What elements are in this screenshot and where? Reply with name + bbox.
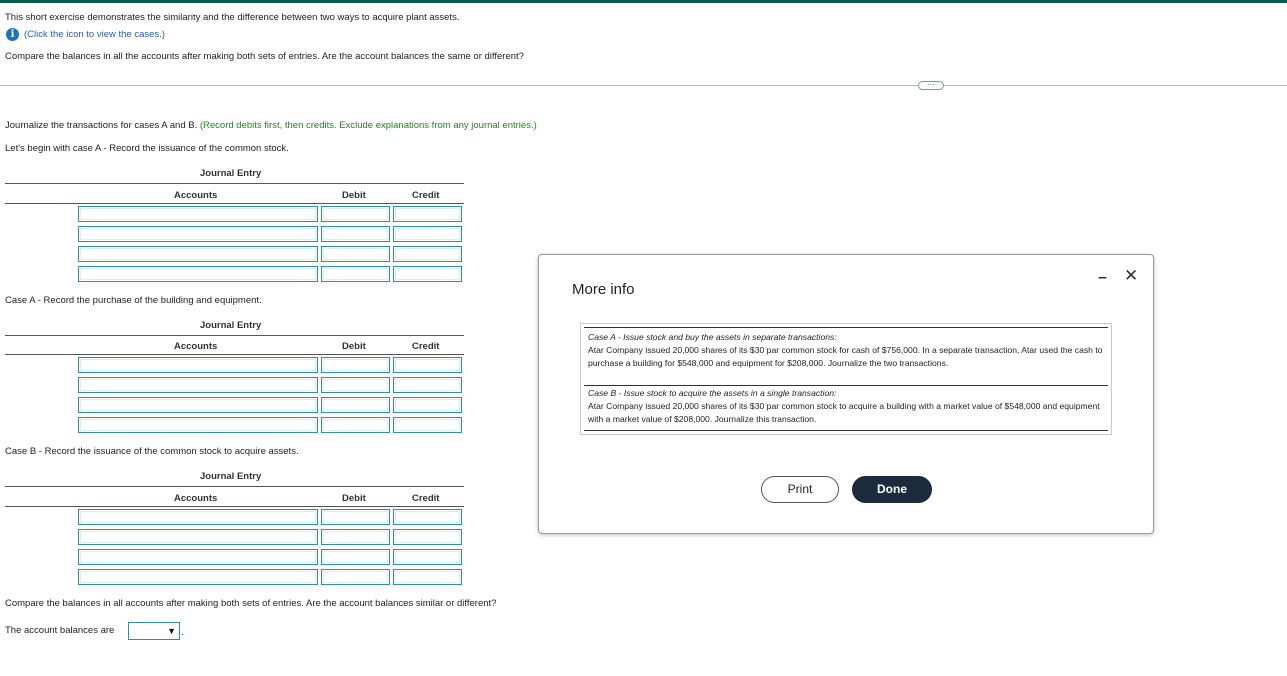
credit-input[interactable] — [393, 377, 462, 393]
case-a-purchase-label: Case A - Record the purchase of the buil… — [5, 295, 262, 306]
col-debit-2: Debit — [342, 341, 366, 352]
col-credit-1: Credit — [412, 190, 440, 201]
top-accent-bar — [0, 0, 1287, 3]
account-input[interactable] — [78, 417, 318, 433]
journal-top-rule-3 — [5, 486, 464, 487]
journal-entry-title-2: Journal Entry — [200, 320, 262, 331]
account-input[interactable] — [78, 529, 318, 545]
journal-top-rule-1 — [5, 183, 464, 184]
credit-input[interactable] — [393, 206, 462, 222]
debit-input[interactable] — [321, 377, 390, 393]
debit-input[interactable] — [321, 549, 390, 565]
credit-input[interactable] — [393, 509, 462, 525]
col-accounts-3: Accounts — [174, 493, 218, 504]
debit-input[interactable] — [321, 246, 390, 262]
compare-question: Compare the balances in all accounts aft… — [5, 598, 497, 609]
minimize-icon[interactable]: – — [1098, 269, 1107, 287]
close-icon[interactable]: ✕ — [1124, 266, 1138, 286]
case-a-issue-label: Let's begin with case A - Record the iss… — [5, 143, 289, 154]
compare-prompt: Compare the balances in all the accounts… — [5, 51, 524, 62]
journal-entry-title-1: Journal Entry — [200, 168, 262, 179]
col-credit-2: Credit — [412, 341, 440, 352]
debit-input[interactable] — [321, 397, 390, 413]
info-icon[interactable]: i — [6, 28, 19, 41]
view-cases-link[interactable]: (Click the icon to view the cases.) — [24, 29, 165, 40]
account-input[interactable] — [78, 357, 318, 373]
info-rule-middle — [584, 385, 1108, 386]
answer-period: . — [181, 627, 184, 638]
dialog-title: More info — [572, 281, 635, 298]
credit-input[interactable] — [393, 529, 462, 545]
debit-input[interactable] — [321, 417, 390, 433]
credit-input[interactable] — [393, 246, 462, 262]
info-rule-top — [584, 327, 1108, 328]
done-button[interactable]: Done — [852, 476, 932, 503]
instructions-note: (Record debits first, then credits. Excl… — [199, 120, 537, 131]
case-a-heading: Case A - Issue stock and buy the assets … — [588, 332, 837, 342]
account-input[interactable] — [78, 226, 318, 242]
case-b-description: Atar Company issued 20,000 shares of its… — [588, 401, 1100, 424]
journal-head-rule-1 — [5, 203, 464, 204]
credit-input[interactable] — [393, 266, 462, 282]
account-input[interactable] — [78, 377, 318, 393]
debit-input[interactable] — [321, 509, 390, 525]
account-input[interactable] — [78, 246, 318, 262]
info-rule-bottom — [584, 430, 1108, 431]
debit-input[interactable] — [321, 266, 390, 282]
col-debit-1: Debit — [342, 190, 366, 201]
case-b-heading: Case B - Issue stock to acquire the asse… — [588, 388, 837, 398]
journal-top-rule-2 — [5, 335, 464, 336]
ellipsis-icon[interactable]: ··· — [918, 81, 944, 90]
debit-input[interactable] — [321, 569, 390, 585]
credit-input[interactable] — [393, 226, 462, 242]
case-a-description: Atar Company issued 20,000 shares of its… — [588, 345, 1103, 368]
debit-input[interactable] — [321, 206, 390, 222]
credit-input[interactable] — [393, 357, 462, 373]
print-button[interactable]: Print — [761, 476, 839, 503]
account-input[interactable] — [78, 206, 318, 222]
cases-info-table: Case A - Issue stock and buy the assets … — [580, 323, 1112, 435]
journal-head-rule-2 — [5, 354, 464, 355]
account-balances-select[interactable]: ▼ — [128, 622, 180, 640]
debit-input[interactable] — [321, 226, 390, 242]
case-b-issue-label: Case B - Record the issuance of the comm… — [5, 446, 299, 457]
journal-head-rule-3 — [5, 506, 464, 507]
debit-input[interactable] — [321, 357, 390, 373]
debit-input[interactable] — [321, 529, 390, 545]
account-input[interactable] — [78, 397, 318, 413]
account-input[interactable] — [78, 509, 318, 525]
dropdown-arrow-icon: ▼ — [167, 626, 176, 636]
intro-text: This short exercise demonstrates the sim… — [5, 12, 460, 23]
section-divider — [0, 85, 1287, 86]
credit-input[interactable] — [393, 397, 462, 413]
account-input[interactable] — [78, 266, 318, 282]
instructions-main: Journalize the transactions for cases A … — [5, 120, 198, 131]
account-input[interactable] — [78, 549, 318, 565]
answer-label: The account balances are — [5, 625, 115, 636]
col-credit-3: Credit — [412, 493, 440, 504]
credit-input[interactable] — [393, 569, 462, 585]
col-debit-3: Debit — [342, 493, 366, 504]
credit-input[interactable] — [393, 417, 462, 433]
journal-entry-title-3: Journal Entry — [200, 471, 262, 482]
col-accounts-2: Accounts — [174, 341, 218, 352]
col-accounts-1: Accounts — [174, 190, 218, 201]
credit-input[interactable] — [393, 549, 462, 565]
instructions: Journalize the transactions for cases A … — [5, 120, 537, 131]
more-info-dialog: More info – ✕ Case A - Issue stock and b… — [538, 254, 1154, 534]
account-input[interactable] — [78, 569, 318, 585]
